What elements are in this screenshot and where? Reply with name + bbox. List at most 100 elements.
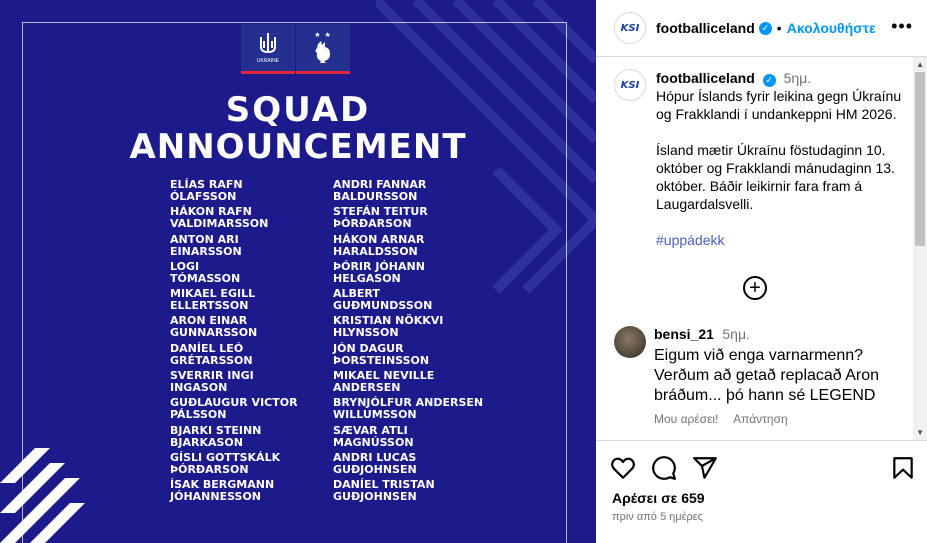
player-name: ALBERT GUÐMUNDSSON xyxy=(333,288,493,315)
player-name: DANÍEL LEÓ GRÉTARSSON xyxy=(170,341,320,370)
account-avatar[interactable]: KSI xyxy=(614,12,646,44)
comment-time[interactable]: 5ημ. xyxy=(722,326,750,342)
ukraine-logo: UKRAINE xyxy=(241,24,295,74)
player-name: MIKAEL EGILL ELLERTSSON xyxy=(170,288,320,315)
player-last-name: ÞÓRÐARSON xyxy=(170,462,249,476)
player-name: ANDRI LUCAS GUÐJOHNSEN xyxy=(333,451,493,479)
likes-count[interactable]: Αρέσει σε 659 xyxy=(612,490,705,506)
roster-right: ANDRI FANNAR BALDURSSON STEFÁN TEITUR ÞÓRÐA… xyxy=(333,179,493,507)
player-last-name: GRÉTARSSON xyxy=(170,353,253,367)
player-first-name: DANÍEL LEÓ xyxy=(170,341,244,355)
caption-paragraph-2: Ísland mætir Úkraínu föstudaginn 10. okt… xyxy=(656,142,895,212)
comment-username[interactable]: bensi_21 xyxy=(654,326,714,342)
player-name: SVERRIR INGI INGASON xyxy=(170,370,320,397)
caption-body: footballiceland ✓ 5ημ. Hópur Íslands fyr… xyxy=(656,69,908,267)
player-name: DANÍEL TRISTAN GUÐJOHNSEN xyxy=(333,479,493,506)
share-icon[interactable] xyxy=(692,455,718,481)
player-last-name: HARALDSSON xyxy=(333,244,418,258)
player-name: ARON EINAR GUNNARSSON xyxy=(170,315,320,342)
comment-icon[interactable] xyxy=(651,455,677,481)
comments-area[interactable]: KSI footballiceland ✓ 5ημ. Hópur Íslands… xyxy=(596,57,927,440)
follow-button[interactable]: Ακολουθήστε xyxy=(787,20,876,36)
caption-time[interactable]: 5ημ. xyxy=(784,70,812,86)
more-options-icon[interactable]: ••• xyxy=(891,16,913,37)
load-more-comments-icon[interactable]: + xyxy=(743,276,767,300)
player-last-name: HELGASON xyxy=(333,271,401,285)
comment-body: bensi_21 5ημ. Eigum við enga varnarmenn?… xyxy=(654,326,894,426)
player-last-name: VALDIMARSSON xyxy=(170,217,269,231)
player-name: ELÍAS RAFN ÓLAFSSON xyxy=(170,179,320,206)
avatar-text: KSI xyxy=(620,22,640,34)
player-name: SÆVAR ATLI MAGNÚSSON xyxy=(333,423,493,452)
player-first-name: SÆVAR ATLI xyxy=(333,423,408,437)
post-header: KSI footballiceland ✓ • Ακολουθήστε ••• xyxy=(596,0,927,57)
caption: KSI footballiceland ✓ 5ημ. Hópur Íslands… xyxy=(614,69,914,267)
heart-icon[interactable] xyxy=(610,455,636,481)
avatar-text: KSI xyxy=(620,79,640,91)
player-name: GUÐLAUGUR VICTOR PÁLSSON xyxy=(170,397,320,424)
player-last-name: ÞORSTEINSSON xyxy=(333,353,430,367)
player-last-name: JÓHANNESSON xyxy=(170,490,261,504)
player-last-name: WILLUMSSON xyxy=(333,408,417,422)
france-logo: ★ ★ xyxy=(296,24,350,74)
corner-pattern xyxy=(0,448,85,543)
caption-avatar[interactable]: KSI xyxy=(614,69,646,101)
roster-left: ELÍAS RAFN ÓLAFSSON HÁKON RAFN VALDIMARSSON… xyxy=(170,179,320,507)
player-last-name: ANDERSEN xyxy=(333,381,401,395)
header-username[interactable]: footballiceland xyxy=(656,20,755,36)
comment-reply-button[interactable]: Απάντηση xyxy=(733,412,788,426)
player-name: HÁKON ARNAR HARALDSSON xyxy=(333,232,493,261)
player-last-name: BALDURSSON xyxy=(333,190,418,203)
player-first-name: BJARKI STEINN xyxy=(170,423,262,437)
player-name: JÓN DAGUR ÞORSTEINSSON xyxy=(333,342,493,370)
comment-actions: Μου αρέσει! Απάντηση xyxy=(654,412,894,426)
player-name: ANDRI FANNAR BALDURSSON xyxy=(333,179,493,206)
verified-icon: ✓ xyxy=(758,21,772,35)
verified-icon: ✓ xyxy=(762,74,776,87)
player-last-name: ÓLAFSSON xyxy=(170,190,237,203)
player-name: STEFÁN TEITUR ÞÓRÐARSON xyxy=(333,206,493,233)
rooster-icon xyxy=(315,40,330,63)
caption-paragraph-1: footballiceland ✓ 5ημ. Hópur Íslands fyr… xyxy=(656,69,908,123)
player-name: BRYNJÓLFUR ANDERSEN WILLUMSSON xyxy=(333,397,493,424)
comment-like-button[interactable]: Μου αρέσει! xyxy=(654,412,718,426)
player-last-name: GUNNARSSON xyxy=(170,326,258,340)
title-line-1: SQUAD xyxy=(225,90,371,130)
comment-text: Eigum við enga varnarmenn? Verðum að get… xyxy=(654,347,880,404)
player-last-name: GUÐMUNDSSON xyxy=(333,299,433,313)
player-name: BJARKI STEINN BJARKASON xyxy=(170,423,320,452)
player-first-name: HÁKON ARNAR xyxy=(333,232,425,246)
player-last-name: GUÐJOHNSEN xyxy=(333,462,417,476)
player-last-name: EINARSSON xyxy=(170,244,242,258)
player-last-name: GUÐJOHNSEN xyxy=(333,490,417,504)
scrollbar-thumb[interactable] xyxy=(915,72,925,246)
player-last-name: MAGNÚSSON xyxy=(333,435,414,449)
player-name: LOGI TÓMASSON xyxy=(170,260,320,288)
player-name: HÁKON RAFN VALDIMARSSON xyxy=(170,206,320,233)
post-panel: KSI footballiceland ✓ • Ακολουθήστε ••• … xyxy=(596,0,927,543)
scroll-up-icon[interactable]: ▲ xyxy=(916,60,924,69)
scroll-down-icon[interactable]: ▼ xyxy=(916,428,924,437)
bookmark-icon[interactable] xyxy=(890,455,916,481)
post-time[interactable]: πριν από 5 ημέρες xyxy=(612,511,703,523)
player-name: ÞÓRIR JÓHANN HELGASON xyxy=(333,260,493,288)
stars-icon: ★ ★ xyxy=(314,31,332,39)
player-first-name: ANTON ARI xyxy=(170,232,239,246)
caption-username[interactable]: footballiceland xyxy=(656,70,755,86)
caption-text-1: Hópur Íslands fyrir leikina gegn Úkraínu… xyxy=(656,88,902,122)
player-last-name: TÓMASSON xyxy=(170,271,241,285)
post-image[interactable]: UKRAINE ★ ★ SQUAD ANNOUNCEMENT ELÍAS RAF… xyxy=(0,0,596,543)
commenter-avatar[interactable] xyxy=(614,326,646,358)
player-last-name: HLYNSSON xyxy=(333,326,399,340)
player-name: MIKAEL NEVILLE ANDERSEN xyxy=(333,370,493,397)
ukraine-label: UKRAINE xyxy=(256,58,280,64)
player-last-name: BJARKASON xyxy=(170,435,243,449)
player-name: ÍSAK BERGMANN JÓHANNESSON xyxy=(170,479,320,506)
player-last-name: INGASON xyxy=(170,381,228,395)
actions-bar: Αρέσει σε 659 πριν από 5 ημέρες xyxy=(596,440,927,543)
hashtag-link[interactable]: #uppádekk xyxy=(656,232,725,248)
comment-item: bensi_21 5ημ. Eigum við enga varnarmenn?… xyxy=(614,326,904,426)
player-name: KRISTIAN NÖKKVI HLYNSSON xyxy=(333,315,493,342)
player-last-name: PÁLSSON xyxy=(170,408,227,422)
player-last-name: ELLERTSSON xyxy=(170,299,249,313)
